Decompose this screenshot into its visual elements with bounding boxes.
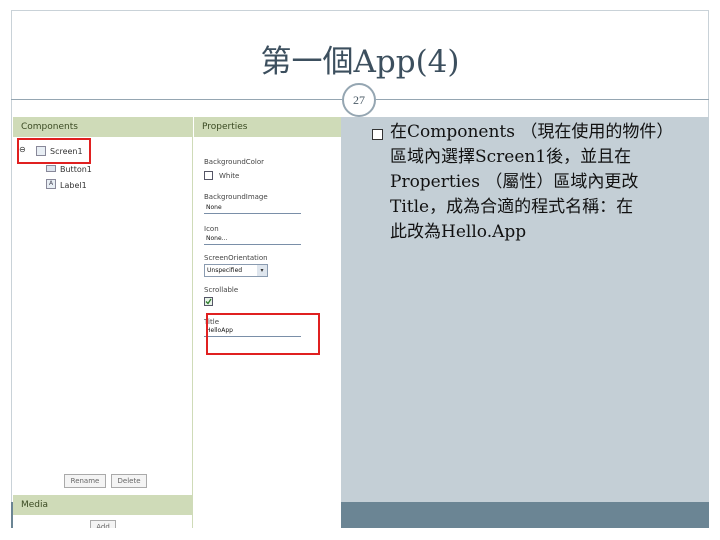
bg-color-swatch[interactable] xyxy=(204,171,213,180)
title-rule-right xyxy=(376,99,709,100)
scrollable-label: Scrollable xyxy=(204,286,239,294)
bottom-band xyxy=(341,502,709,528)
page-number-badge: 27 xyxy=(342,83,376,117)
components-header: Components xyxy=(13,117,192,137)
bg-color-label: BackgroundColor xyxy=(204,158,265,166)
orientation-value: Unspecified xyxy=(207,267,243,274)
icon-field[interactable]: None... xyxy=(204,233,301,245)
orientation-label: ScreenOrientation xyxy=(204,254,268,262)
icon-label: Icon xyxy=(204,225,219,233)
app-inventor-screenshot: Components ⊖ Screen1 Button1 A Label1 Re… xyxy=(13,117,341,528)
properties-panel: Properties BackgroundColor White Backgro… xyxy=(194,117,341,528)
tree-item-button1[interactable]: Button1 xyxy=(60,165,92,174)
tree-item-label1[interactable]: Label1 xyxy=(60,181,87,190)
bg-image-label: BackgroundImage xyxy=(204,193,268,201)
bg-color-value[interactable]: White xyxy=(219,172,239,180)
chevron-down-icon: ▾ xyxy=(257,265,267,276)
rename-button[interactable]: Rename xyxy=(64,474,106,488)
bullet-text: 在Components （現在使用的物件） 區域內選擇Screen1後，並且在 … xyxy=(390,122,674,242)
properties-header: Properties xyxy=(194,117,341,137)
bg-image-field[interactable]: None xyxy=(204,202,301,214)
scrollable-checkbox[interactable] xyxy=(204,297,213,306)
media-header: Media xyxy=(13,495,192,515)
delete-button[interactable]: Delete xyxy=(111,474,147,488)
screen1-highlight xyxy=(17,138,91,164)
checkmark-icon xyxy=(205,298,212,305)
orientation-select[interactable]: Unspecified ▾ xyxy=(204,264,268,277)
title-rule-left xyxy=(11,99,342,100)
button-icon xyxy=(46,165,56,172)
title-highlight xyxy=(206,313,320,355)
components-panel: Components ⊖ Screen1 Button1 A Label1 Re… xyxy=(13,117,193,528)
add-button[interactable]: Add xyxy=(90,520,116,528)
slide-title: 第一個App(4) xyxy=(260,44,460,80)
bullet-checkbox-icon xyxy=(372,129,383,140)
label-icon: A xyxy=(46,179,56,189)
